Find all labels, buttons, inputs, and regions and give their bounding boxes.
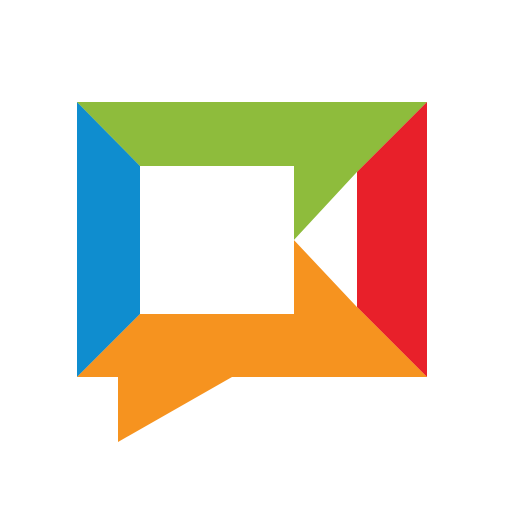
logo-canvas — [0, 0, 512, 512]
video-chat-bubble-icon — [0, 0, 512, 512]
camera-window-shape — [140, 166, 294, 314]
